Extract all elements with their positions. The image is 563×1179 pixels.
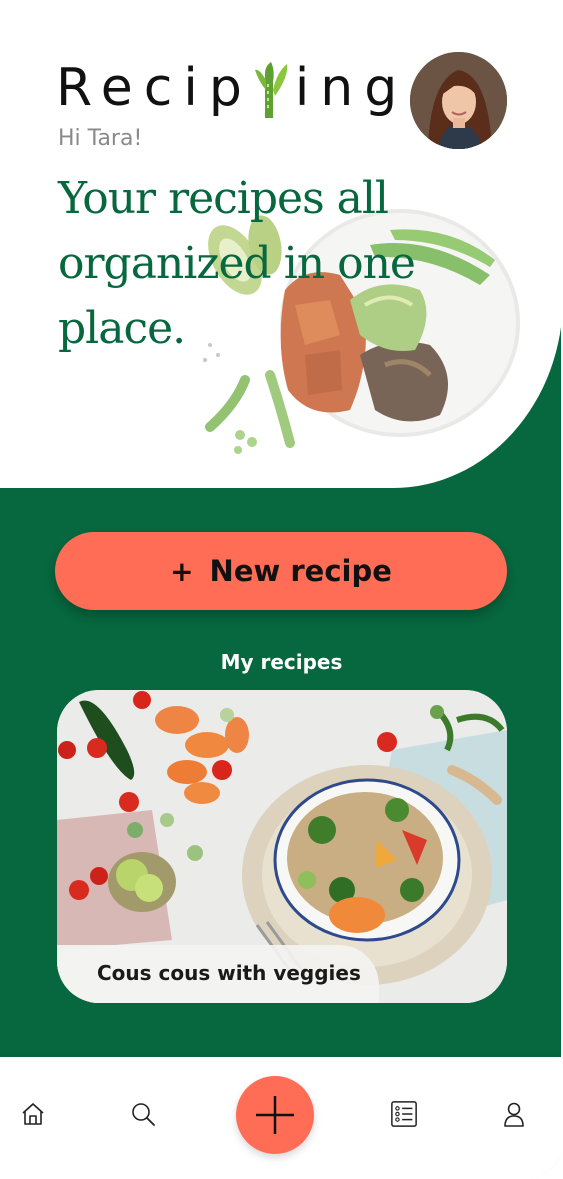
- profile-icon: [504, 1102, 524, 1127]
- nav-home[interactable]: [19, 1100, 47, 1128]
- home-icon: [22, 1103, 44, 1125]
- new-recipe-button[interactable]: + New recipe: [55, 532, 507, 610]
- recipe-title: Cous cous with veggies: [57, 945, 379, 1003]
- search-icon: [132, 1103, 155, 1126]
- app-logo: Recip ing: [56, 58, 408, 118]
- nav-search[interactable]: [129, 1100, 157, 1128]
- avatar-image: [410, 52, 507, 149]
- avatar[interactable]: [410, 52, 507, 149]
- add-icon: [256, 1096, 294, 1134]
- sprout-logo-icon: [253, 60, 289, 118]
- nav-list[interactable]: [390, 1100, 418, 1128]
- recipe-card[interactable]: Cous cous with veggies: [57, 690, 507, 1003]
- logo-text-right: ing: [294, 58, 409, 118]
- nav-profile[interactable]: [500, 1100, 528, 1128]
- new-recipe-label: New recipe: [209, 554, 392, 588]
- screen: Recip ing Hi Tara! Your recipes all orga…: [0, 0, 563, 1179]
- logo-text-left: Recip: [56, 58, 253, 118]
- list-icon: [391, 1101, 417, 1127]
- headline: Your recipes all organized in one place.: [58, 173, 416, 354]
- plus-icon: +: [170, 554, 194, 588]
- add-recipe-fab[interactable]: [236, 1076, 314, 1154]
- my-recipes-title: My recipes: [220, 650, 343, 674]
- greeting-text: Hi Tara!: [58, 126, 143, 151]
